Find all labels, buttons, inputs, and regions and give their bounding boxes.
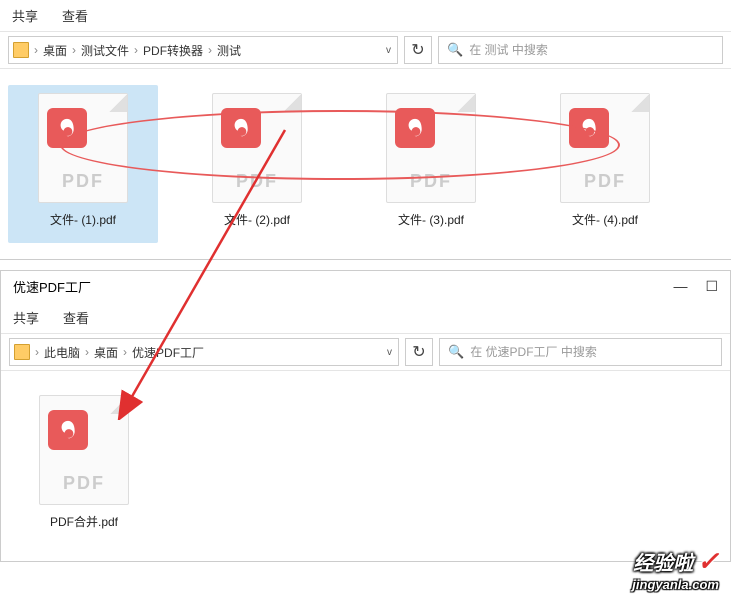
file-thumbnail: PDF <box>212 93 302 203</box>
file-name: 文件- (2).pdf <box>224 211 290 228</box>
folder-icon <box>14 344 30 360</box>
file-name: 文件- (1).pdf <box>50 211 116 228</box>
search-icon: 🔍 <box>448 344 464 360</box>
explorer-window-1: 共享 查看 › 桌面 › 测试文件 › PDF转换器 › 测试 v ↻ 🔍 <box>0 0 731 260</box>
file-thumbnail: PDF <box>560 93 650 203</box>
file-name: 文件- (3).pdf <box>398 211 464 228</box>
tab-share[interactable]: 共享 <box>13 308 39 327</box>
file-item[interactable]: PDF 文件- (1).pdf <box>8 85 158 243</box>
folder-icon <box>13 42 29 58</box>
breadcrumb-item[interactable]: PDF转换器 <box>143 42 203 59</box>
watermark-url: jingyanla.com <box>632 577 719 592</box>
breadcrumb-item[interactable]: 测试文件 <box>81 42 129 59</box>
breadcrumb-item[interactable]: 优速PDF工厂 <box>132 344 204 361</box>
pdf-label: PDF <box>62 171 104 192</box>
chevron-right-icon: › <box>69 43 79 57</box>
chevron-down-icon[interactable]: v <box>380 45 397 56</box>
window-title: 优速PDF工厂 <box>13 277 673 296</box>
search-input[interactable] <box>469 43 714 57</box>
explorer-window-2: 优速PDF工厂 — ☐ 共享 查看 › 此电脑 › 桌面 › 优速PDF工厂 v… <box>0 270 731 562</box>
breadcrumb[interactable]: › 桌面 › 测试文件 › PDF转换器 › 测试 v <box>8 36 398 64</box>
tab-view[interactable]: 查看 <box>62 6 88 25</box>
address-bar-row: › 桌面 › 测试文件 › PDF转换器 › 测试 v ↻ 🔍 <box>0 31 731 69</box>
ribbon-tabs: 共享 查看 <box>1 302 730 333</box>
refresh-icon: ↻ <box>411 40 424 60</box>
breadcrumb-item[interactable]: 此电脑 <box>44 344 80 361</box>
minimize-button[interactable]: — <box>673 278 687 295</box>
chevron-down-icon[interactable]: v <box>381 347 398 358</box>
search-icon: 🔍 <box>447 42 463 58</box>
refresh-icon: ↻ <box>412 342 425 362</box>
file-item[interactable]: PDF PDF合并.pdf <box>9 387 159 545</box>
window-controls: — ☐ <box>673 278 718 295</box>
tab-view[interactable]: 查看 <box>63 308 89 327</box>
breadcrumb-item[interactable]: 测试 <box>217 42 241 59</box>
pdf-label: PDF <box>63 473 105 494</box>
file-item[interactable]: PDF 文件- (3).pdf <box>356 85 506 243</box>
address-bar-row: › 此电脑 › 桌面 › 优速PDF工厂 v ↻ 🔍 <box>1 333 730 371</box>
search-box[interactable]: 🔍 <box>439 338 722 366</box>
search-input[interactable] <box>470 345 713 359</box>
title-bar: 优速PDF工厂 — ☐ <box>1 271 730 302</box>
chevron-right-icon: › <box>205 43 215 57</box>
chevron-right-icon: › <box>32 345 42 359</box>
pdf-app-icon <box>395 108 435 148</box>
breadcrumb-item[interactable]: 桌面 <box>43 42 67 59</box>
file-thumbnail: PDF <box>39 395 129 505</box>
chevron-right-icon: › <box>131 43 141 57</box>
tab-share[interactable]: 共享 <box>12 6 38 25</box>
pdf-app-icon <box>48 410 88 450</box>
search-box[interactable]: 🔍 <box>438 36 723 64</box>
file-name: PDF合并.pdf <box>50 513 118 530</box>
chevron-right-icon: › <box>120 345 130 359</box>
file-item[interactable]: PDF 文件- (2).pdf <box>182 85 332 243</box>
file-item[interactable]: PDF 文件- (4).pdf <box>530 85 680 243</box>
breadcrumb-item[interactable]: 桌面 <box>94 344 118 361</box>
maximize-button[interactable]: ☐ <box>705 278 718 295</box>
file-thumbnail: PDF <box>386 93 476 203</box>
ribbon-tabs: 共享 查看 <box>0 0 731 31</box>
chevron-right-icon: › <box>82 345 92 359</box>
pdf-app-icon <box>47 108 87 148</box>
file-thumbnail: PDF <box>38 93 128 203</box>
refresh-button[interactable]: ↻ <box>405 338 433 366</box>
refresh-button[interactable]: ↻ <box>404 36 432 64</box>
pdf-app-icon <box>221 108 261 148</box>
pdf-label: PDF <box>410 171 452 192</box>
pdf-label: PDF <box>236 171 278 192</box>
files-pane[interactable]: PDF PDF合并.pdf <box>1 371 730 561</box>
files-pane[interactable]: PDF 文件- (1).pdf PDF 文件- (2).pdf PDF 文件- … <box>0 69 731 259</box>
file-name: 文件- (4).pdf <box>572 211 638 228</box>
chevron-right-icon: › <box>31 43 41 57</box>
breadcrumb[interactable]: › 此电脑 › 桌面 › 优速PDF工厂 v <box>9 338 399 366</box>
pdf-app-icon <box>569 108 609 148</box>
pdf-label: PDF <box>584 171 626 192</box>
